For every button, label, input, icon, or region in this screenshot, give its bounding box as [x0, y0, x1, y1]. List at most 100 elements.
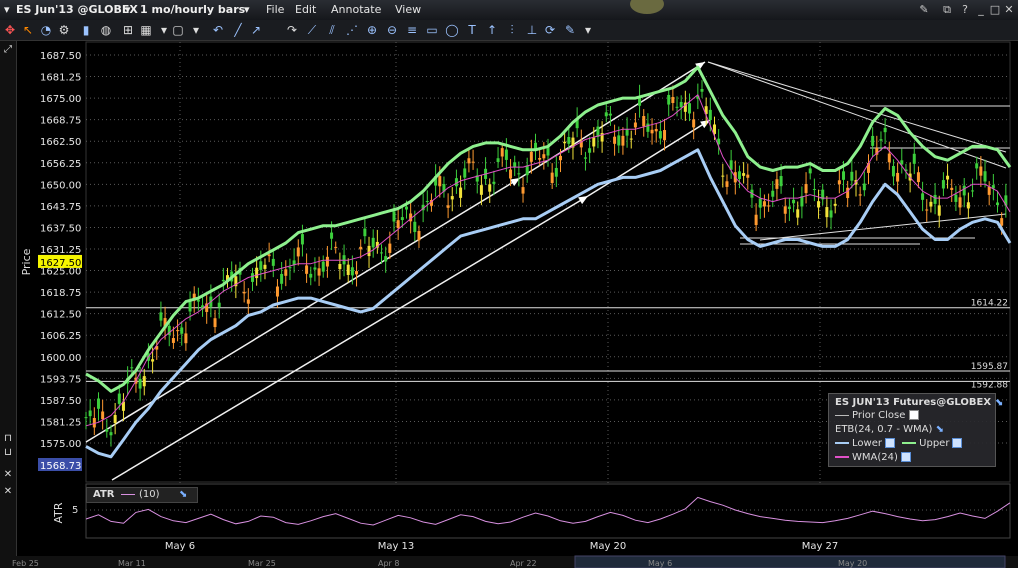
- price-bar: [650, 129, 654, 134]
- menu-edit[interactable]: Edit: [295, 3, 316, 16]
- minimize-icon[interactable]: _: [974, 3, 988, 16]
- expand-icon[interactable]: ⤢: [2, 44, 14, 56]
- fibonacci-icon[interactable]: ≡: [404, 22, 420, 38]
- atr-legend[interactable]: ATR (10) ⬊: [86, 487, 198, 503]
- price-bar: [263, 264, 267, 269]
- price-bar: [305, 265, 309, 274]
- period-selector[interactable]: 1 mo/hourly bars: [140, 3, 245, 16]
- chevron-down-icon[interactable]: ▾: [188, 22, 204, 38]
- chevron-down-icon[interactable]: ▾: [125, 3, 131, 16]
- price-bar: [654, 129, 658, 132]
- legend-wma[interactable]: WMA(24): [835, 452, 911, 463]
- close-icon[interactable]: ✕: [1002, 3, 1016, 16]
- atr-legend-params: (10): [139, 489, 160, 500]
- price-bar: [925, 209, 929, 211]
- price-bar: [525, 165, 529, 176]
- gear-icon[interactable]: ⚙: [56, 22, 72, 38]
- series-upper: [85, 65, 1012, 393]
- atr-frame: [85, 483, 1011, 539]
- price-bar: [529, 151, 533, 162]
- refresh-icon[interactable]: ⟳: [542, 22, 558, 38]
- price-bar: [284, 269, 288, 276]
- bar-chart-icon[interactable]: ▮: [78, 22, 94, 38]
- cursor-icon[interactable]: ↗: [248, 22, 264, 38]
- overview-strip[interactable]: Feb 25 Mar 11 Mar 25 Apr 8 Apr 22 May 6 May 20: [0, 555, 1018, 568]
- price-bar: [975, 163, 979, 169]
- menu-annotate[interactable]: Annotate: [331, 3, 381, 16]
- price-bar: [583, 157, 587, 159]
- price-bar: [159, 312, 163, 321]
- undo-icon[interactable]: ↶: [210, 22, 226, 38]
- menu-file[interactable]: File: [266, 3, 284, 16]
- arrow-up-icon[interactable]: ↑: [484, 22, 500, 38]
- layout-icon[interactable]: ⊞: [120, 22, 136, 38]
- legend-prior-close[interactable]: Prior Close: [835, 410, 920, 421]
- price-bar: [667, 94, 671, 105]
- globe-icon[interactable]: ◍: [98, 22, 114, 38]
- chevron-down-icon[interactable]: ▾: [580, 22, 596, 38]
- zoom-out-icon[interactable]: ⊖: [384, 22, 400, 38]
- maximize-icon[interactable]: □: [988, 3, 1002, 16]
- price-bar: [983, 171, 987, 182]
- close-icon[interactable]: ✕: [2, 486, 14, 498]
- price-bar: [392, 211, 396, 222]
- ruler-icon[interactable]: ⊥: [524, 22, 540, 38]
- zoom-in-icon[interactable]: ⊕: [364, 22, 380, 38]
- atr-legend-name: ATR: [93, 489, 115, 500]
- price-bar: [725, 181, 729, 187]
- lock-icon[interactable]: ⊓: [2, 433, 14, 445]
- rectangle-icon[interactable]: ▭: [424, 22, 440, 38]
- price-bar: [937, 205, 941, 216]
- menu-view[interactable]: View: [395, 3, 421, 16]
- price-bar: [679, 101, 683, 108]
- price-bar: [792, 199, 796, 204]
- chart-canvas[interactable]: 1614.22 1595.87 1592.88 1687.50 1681.25 1675…: [0, 0, 1018, 568]
- chart-legend[interactable]: ES JUN'13 Futures@GLOBEX ⬊ Prior Close E…: [828, 393, 1003, 467]
- lower-checkbox[interactable]: [884, 438, 895, 448]
- redo-icon[interactable]: ↷: [284, 22, 300, 38]
- fan-icon[interactable]: ⋰: [344, 22, 360, 38]
- pin-icon[interactable]: ⬊: [936, 424, 944, 435]
- price-bar: [954, 194, 958, 202]
- ellipse-icon[interactable]: ◯: [444, 22, 460, 38]
- price-bar: [862, 183, 866, 191]
- chart-type-icon[interactable]: ◔: [38, 22, 54, 38]
- channel-icon[interactable]: ⫽: [324, 22, 340, 38]
- tool-icon[interactable]: ⊔: [2, 447, 14, 459]
- price-bar: [350, 267, 354, 276]
- price-bar: [388, 243, 392, 253]
- wma-checkbox[interactable]: [900, 452, 911, 462]
- price-bar: [554, 167, 558, 177]
- close-icon[interactable]: ✕: [2, 469, 14, 481]
- price-bar: [604, 112, 608, 117]
- pin-icon[interactable]: ⬊: [995, 397, 1003, 408]
- restore-icon[interactable]: ⧉: [940, 3, 954, 16]
- prior-close-checkbox[interactable]: [909, 410, 920, 420]
- legend-etb[interactable]: ETB(24, 0.7 - WMA) ⬊: [835, 424, 944, 435]
- price-bar: [692, 119, 696, 128]
- price-bar: [479, 185, 483, 195]
- menu-icon[interactable]: ▾: [4, 3, 10, 16]
- pattern-icon[interactable]: ⫶: [504, 22, 520, 38]
- legend-bands[interactable]: Lower Upper: [835, 438, 963, 449]
- text-icon[interactable]: T: [464, 22, 480, 38]
- pin-icon[interactable]: ✎: [917, 3, 931, 16]
- price-bar: [542, 154, 546, 159]
- line-tool-icon[interactable]: ╱: [230, 22, 246, 38]
- help-icon[interactable]: ?: [958, 3, 972, 16]
- symbol-selector[interactable]: ES Jun'13 @GLOBEX: [16, 3, 138, 16]
- price-bar: [962, 185, 966, 196]
- window-icon[interactable]: ▢: [170, 22, 186, 38]
- price-bar: [88, 410, 92, 417]
- price-bar: [246, 299, 250, 304]
- upper-checkbox[interactable]: [952, 438, 963, 448]
- wrench-icon[interactable]: ✎: [562, 22, 578, 38]
- trendline-icon[interactable]: ⟋: [304, 22, 320, 38]
- crosshair-icon[interactable]: ✥: [2, 22, 18, 38]
- grid-icon[interactable]: ▦: [138, 22, 154, 38]
- price-bar: [513, 162, 517, 167]
- chevron-down-icon[interactable]: ▾: [244, 3, 250, 16]
- y-tick-label: 1650.00: [40, 180, 81, 191]
- pin-icon[interactable]: ⬊: [179, 489, 187, 500]
- arrow-icon[interactable]: ↖: [20, 22, 36, 38]
